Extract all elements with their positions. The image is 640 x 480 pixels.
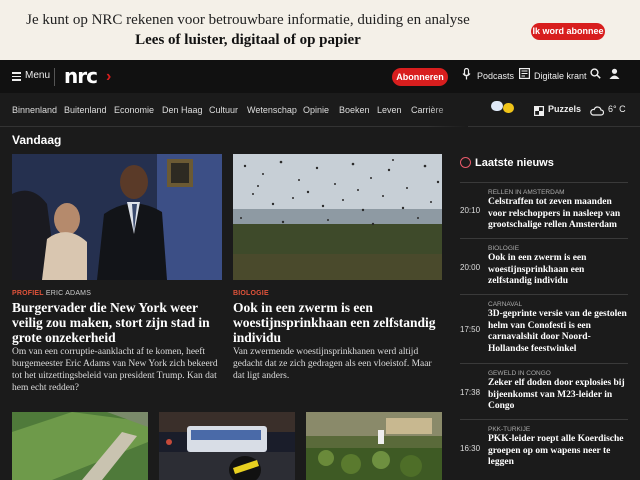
hamburger-icon[interactable]	[12, 72, 21, 83]
kicker-tag-2: BIOLOGIE	[233, 290, 269, 297]
article-image-eric-adams[interactable]	[12, 154, 222, 280]
article-kicker: PROFIEL ERIC ADAMS	[12, 290, 91, 297]
sun-icon	[503, 103, 514, 113]
nav-fade	[428, 93, 468, 127]
latest-item[interactable]: 20:10 RELLEN IN AMSTERDAM Celstraffen to…	[460, 182, 628, 232]
cloud-icon	[491, 101, 503, 111]
nav-item-economie[interactable]: Economie	[114, 105, 154, 115]
nav-item-leven[interactable]: Leven	[377, 105, 402, 115]
latest-item-title[interactable]: Ook in een zwerm is een woestijnsprinkha…	[488, 253, 628, 288]
article-lead-2: Van zwermende woestijnsprinkhanen werd a…	[233, 347, 432, 381]
promo-banner: Je kunt op NRC rekenen voor betrouwbare …	[0, 0, 640, 60]
menu-button[interactable]: Menu	[25, 70, 50, 81]
latest-item-time: 17:38	[460, 388, 481, 397]
nav-item-buitenland[interactable]: Buitenland	[64, 105, 107, 115]
digital-newspaper-link[interactable]: Digitale krant	[534, 71, 587, 81]
weather-cloud-icon	[590, 103, 605, 121]
nav-item-den-haag[interactable]: Den Haag	[162, 105, 203, 115]
latest-news-title: Laatste nieuws	[475, 157, 554, 169]
article-kicker-2: BIOLOGIE	[233, 290, 269, 297]
nav-item-wetenschap[interactable]: Wetenschap	[247, 105, 297, 115]
promo-subline: Lees of luister, digitaal of op papier	[135, 32, 361, 48]
kicker-tag: PROFIEL	[12, 290, 44, 297]
latest-item-time: 20:00	[460, 263, 481, 272]
header-divider	[54, 68, 55, 86]
nrc-logo[interactable]: nrc	[64, 64, 98, 88]
promo-tagline: Je kunt op NRC rekenen voor betrouwbare …	[26, 12, 470, 28]
latest-item-title[interactable]: Celstraffen tot zeven maanden voor relsc…	[488, 197, 628, 232]
nav-item-cultuur[interactable]: Cultuur	[209, 105, 238, 115]
article-image-locust-swarm[interactable]	[233, 154, 442, 280]
latest-item-kicker: BIOLOGIE	[488, 245, 520, 252]
latest-item-time: 16:30	[460, 444, 481, 453]
latest-item-time: 17:50	[460, 325, 481, 334]
puzzles-link[interactable]: Puzzels	[548, 104, 581, 114]
podcasts-link[interactable]: Podcasts	[477, 71, 514, 81]
puzzle-icon[interactable]	[534, 103, 545, 121]
latest-item-title[interactable]: PKK-leider roept alle Koerdische groepen…	[488, 434, 628, 469]
latest-item-kicker: GEWELD IN CONGO	[488, 370, 551, 377]
subscribe-button[interactable]: Abonneren	[392, 68, 448, 86]
article-image-market[interactable]	[306, 412, 442, 480]
article-lead: Om van een corruptie-aanklacht af te kom…	[12, 347, 218, 393]
article-image-tram[interactable]	[159, 412, 295, 480]
section-navigation: Binnenland Buitenland Economie Den Haag …	[0, 93, 640, 127]
latest-item-kicker: CARNAVAL	[488, 301, 523, 308]
section-title: Vandaag	[12, 133, 62, 147]
nav-item-opinie[interactable]: Opinie	[303, 105, 329, 115]
latest-item[interactable]: 20:00 BIOLOGIE Ook in een zwerm is een w…	[460, 238, 628, 294]
latest-item-title[interactable]: 3D-geprinte versie van de gestolen helm …	[488, 309, 628, 355]
site-header: Menu nrc › Abonneren Podcasts Digitale k…	[0, 60, 640, 93]
latest-item[interactable]: 16:30 PKK-TURKIJE PKK-leider roept alle …	[460, 419, 628, 480]
become-subscriber-button[interactable]: Ik word abonnee	[531, 23, 605, 40]
microphone-icon[interactable]	[462, 67, 471, 83]
latest-item-kicker: RELLEN IN AMSTERDAM	[488, 189, 565, 196]
clock-icon	[460, 157, 471, 168]
nav-item-boeken[interactable]: Boeken	[339, 105, 370, 115]
logo-chevron-icon: ›	[106, 68, 112, 85]
latest-item-kicker: PKK-TURKIJE	[488, 426, 531, 433]
latest-item-time: 20:10	[460, 206, 481, 215]
article-headline-2[interactable]: Ook in een zwerm is een woestijnsprinkha…	[233, 300, 445, 345]
kicker-name: ERIC ADAMS	[45, 290, 92, 297]
nav-item-binnenland[interactable]: Binnenland	[12, 105, 57, 115]
search-icon[interactable]	[590, 68, 601, 82]
latest-item-title[interactable]: Zeker elf doden door explosies bij bijee…	[488, 378, 628, 413]
latest-item[interactable]: 17:38 GEWELD IN CONGO Zeker elf doden do…	[460, 363, 628, 418]
article-image-aerial-fields[interactable]	[12, 412, 148, 480]
latest-item[interactable]: 17:50 CARNAVAL 3D-geprinte versie van de…	[460, 294, 628, 362]
user-icon[interactable]	[609, 68, 620, 82]
article-headline[interactable]: Burgervader die New York weer veilig zou…	[12, 300, 224, 345]
temperature: 6° C	[608, 104, 626, 114]
newspaper-icon[interactable]	[519, 68, 531, 82]
